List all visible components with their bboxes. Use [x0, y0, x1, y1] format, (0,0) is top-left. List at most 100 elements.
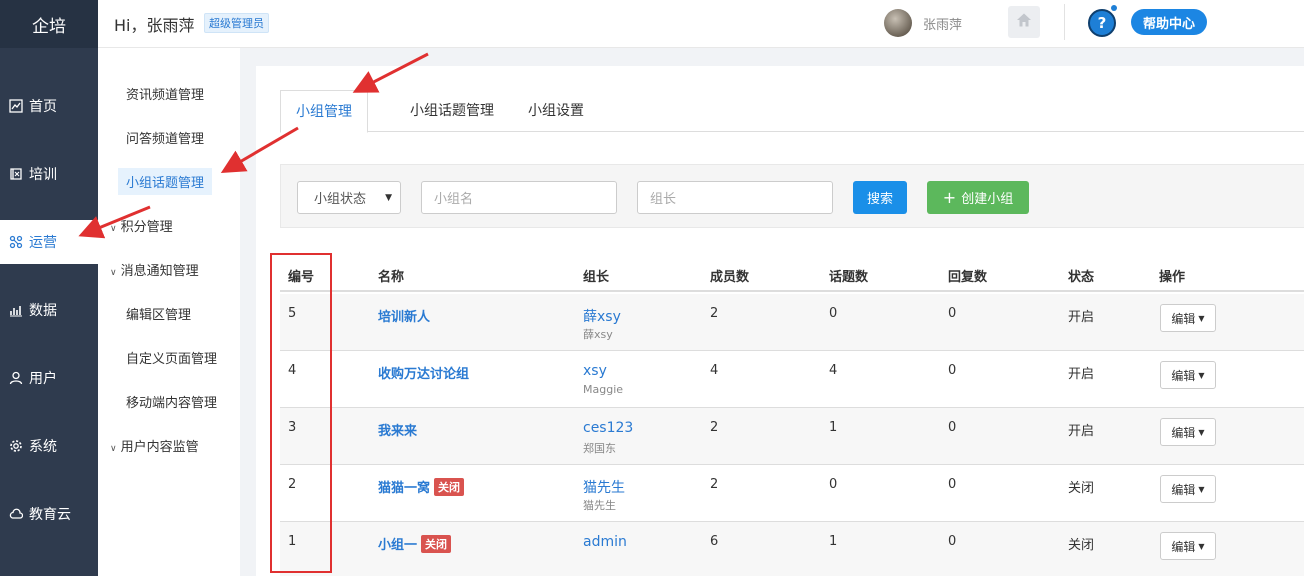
- cell-leader[interactable]: 猫先生: [583, 477, 625, 497]
- cell-name[interactable]: 我来来: [378, 420, 417, 439]
- submenu-item-qa[interactable]: 问答频道管理: [118, 124, 212, 151]
- cell-status: 关闭: [1068, 538, 1095, 553]
- greeting: Hi，张雨萍: [114, 16, 195, 35]
- edit-dropdown-button[interactable]: 编辑 ▼: [1160, 532, 1216, 560]
- avatar[interactable]: [884, 9, 912, 37]
- user-icon: [8, 370, 24, 386]
- cell-name[interactable]: 收购万达讨论组: [378, 363, 469, 382]
- edit-dropdown-button[interactable]: 编辑 ▼: [1160, 475, 1216, 503]
- tab-bar: 小组管理 小组话题管理 小组设置: [280, 90, 1304, 133]
- help-question-icon[interactable]: ?: [1088, 9, 1116, 37]
- nav-item-label: 系统: [29, 439, 57, 455]
- chevron-down-icon: ∨: [110, 224, 117, 234]
- edit-dropdown-button[interactable]: 编辑 ▼: [1160, 361, 1216, 389]
- group-name-link[interactable]: 小组一: [378, 538, 417, 553]
- cell-topics: 0: [829, 477, 838, 492]
- col-header-id: 编号: [288, 270, 315, 285]
- col-header-replies: 回复数: [948, 270, 988, 285]
- col-header-status: 状态: [1068, 270, 1095, 285]
- filter-bar: 小组状态 ▼ 小组名 组长 搜索 + 创建小组: [280, 164, 1304, 228]
- nav-item-label: 数据: [29, 303, 57, 319]
- create-group-label: 创建小组: [961, 192, 1014, 207]
- cell-replies: 0: [948, 420, 957, 435]
- caret-down-icon: ▼: [1198, 541, 1205, 551]
- select-value: 小组状态: [314, 192, 367, 207]
- sub-menu: 资讯频道管理 问答频道管理 小组话题管理 ∨ 积分管理 ∨ 消息通知管理 编辑区管理…: [98, 48, 240, 576]
- col-header-name: 名称: [378, 270, 405, 285]
- submenu-group-label: 积分管理: [120, 220, 173, 235]
- nav-item-users[interactable]: 用户: [0, 356, 98, 400]
- cell-id: 4: [288, 363, 297, 378]
- cell-leader-sub: 猫先生: [583, 499, 616, 512]
- search-button[interactable]: 搜索: [853, 181, 907, 214]
- cell-replies: 0: [948, 477, 957, 492]
- cell-id: 3: [288, 420, 297, 435]
- app-logo[interactable]: 企培: [0, 0, 98, 48]
- col-header-members: 成员数: [710, 270, 750, 285]
- edit-dropdown-button[interactable]: 编辑 ▼: [1160, 304, 1216, 332]
- col-header-topics: 话题数: [829, 270, 869, 285]
- cell-replies: 0: [948, 306, 957, 321]
- group-name-link[interactable]: 猫猫一窝: [378, 481, 430, 496]
- cell-members: 2: [710, 420, 719, 435]
- cell-replies: 0: [948, 363, 957, 378]
- cell-leader[interactable]: xsy: [583, 363, 607, 379]
- edit-label: 编辑: [1171, 368, 1196, 383]
- nav-item-training[interactable]: 培训: [0, 152, 98, 196]
- col-header-leader: 组长: [583, 270, 610, 285]
- table-row: 3 我来来 ces123 郑国东 2 1 0 开启 编辑 ▼: [280, 408, 1304, 465]
- nav-item-label: 教育云: [29, 507, 71, 523]
- submenu-item-edit-area[interactable]: 编辑区管理: [118, 300, 199, 327]
- group-name-link[interactable]: 我来来: [378, 424, 417, 439]
- tab-group-settings[interactable]: 小组设置: [513, 90, 599, 132]
- group-name-input[interactable]: 小组名: [421, 181, 617, 214]
- nav-item-label: 用户: [29, 371, 57, 387]
- submenu-group-content-monitor[interactable]: ∨ 用户内容监管: [110, 432, 207, 459]
- cell-name[interactable]: 猫猫一窝 关闭: [378, 477, 465, 496]
- cell-members: 4: [710, 363, 719, 378]
- submenu-group-points[interactable]: ∨ 积分管理: [110, 212, 181, 239]
- book-icon: [8, 166, 24, 182]
- create-group-button[interactable]: + 创建小组: [927, 181, 1029, 214]
- edit-label: 编辑: [1171, 311, 1196, 326]
- leader-input[interactable]: 组长: [637, 181, 833, 214]
- nav-item-home[interactable]: 首页: [0, 84, 98, 128]
- edit-label: 编辑: [1171, 425, 1196, 440]
- cell-leader-sub: Maggie: [583, 383, 624, 396]
- nav-item-edu-cloud[interactable]: 教育云: [0, 492, 98, 536]
- submenu-item-custom-page[interactable]: 自定义页面管理: [118, 344, 225, 371]
- cell-name[interactable]: 小组一 关闭: [378, 534, 452, 553]
- group-name-link[interactable]: 收购万达讨论组: [378, 367, 469, 382]
- group-name-link[interactable]: 培训新人: [378, 310, 430, 325]
- chevron-down-icon: ▼: [385, 193, 392, 203]
- role-badge: 超级管理员: [204, 13, 269, 33]
- group-status-select[interactable]: 小组状态 ▼: [297, 181, 401, 214]
- cell-topics: 0: [829, 306, 838, 321]
- main-nav: 企培 首页 培训 运营 数据 用户 系统 教育云: [0, 0, 98, 576]
- cell-leader[interactable]: ces123: [583, 420, 633, 436]
- cell-name[interactable]: 培训新人: [378, 306, 430, 325]
- cell-status: 关闭: [1068, 481, 1095, 496]
- submenu-item-group-topics[interactable]: 小组话题管理: [118, 168, 213, 195]
- edit-dropdown-button[interactable]: 编辑 ▼: [1160, 418, 1216, 446]
- cell-leader[interactable]: admin: [583, 534, 627, 550]
- tab-group-management[interactable]: 小组管理: [280, 90, 368, 133]
- home-button[interactable]: [1008, 6, 1040, 38]
- submenu-group-label: 用户内容监管: [120, 440, 199, 455]
- tab-group-topics[interactable]: 小组话题管理: [395, 90, 509, 132]
- nav-item-system[interactable]: 系统: [0, 424, 98, 468]
- submenu-group-messages[interactable]: ∨ 消息通知管理: [110, 256, 207, 283]
- table-row: 1 小组一 关闭 admin 6 1 0 关闭 编辑 ▼: [280, 522, 1304, 576]
- nav-item-data[interactable]: 数据: [0, 288, 98, 332]
- cell-replies: 0: [948, 534, 957, 549]
- user-name[interactable]: 张雨萍: [923, 14, 962, 33]
- cell-status: 开启: [1068, 310, 1095, 325]
- submenu-item-mobile[interactable]: 移动端内容管理: [118, 388, 225, 415]
- help-center-button[interactable]: 帮助中心: [1131, 9, 1208, 35]
- cell-leader-sub: 郑国东: [583, 442, 616, 455]
- nav-item-operations[interactable]: 运营: [0, 220, 98, 264]
- cell-members: 6: [710, 534, 719, 549]
- submenu-item-news[interactable]: 资讯频道管理: [118, 80, 212, 107]
- chart-line-icon: [8, 98, 24, 114]
- cell-leader[interactable]: 薛xsy: [583, 306, 621, 326]
